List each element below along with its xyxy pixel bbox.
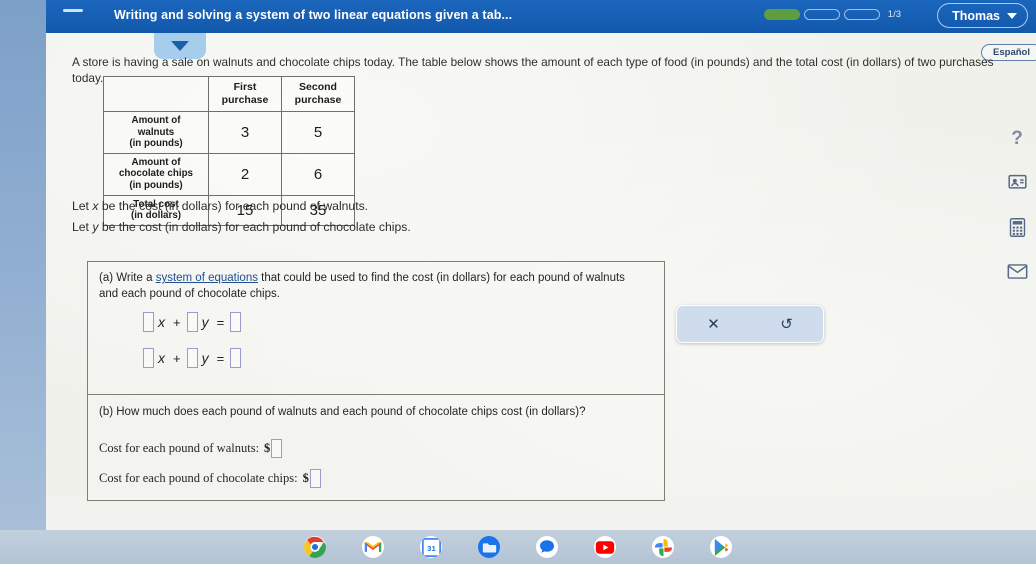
equation-2-variable-x: x bbox=[158, 350, 165, 366]
variable-x: x bbox=[92, 199, 99, 213]
part-a-text-before: Write a bbox=[116, 272, 156, 284]
worksheet-page: Español A store is having a sale on waln… bbox=[46, 33, 1036, 501]
cost-chips-input[interactable] bbox=[309, 469, 321, 488]
col-header-line-1: First bbox=[233, 81, 257, 93]
table-row: Amount of walnuts (in pounds) 3 5 bbox=[103, 111, 355, 154]
os-taskbar: 31 bbox=[0, 530, 1036, 564]
equation-row-2: x + y = bbox=[143, 348, 242, 368]
equation-2-constant-input[interactable] bbox=[230, 348, 242, 368]
part-a-section: (a) Write a system of equations that cou… bbox=[88, 262, 664, 395]
tutorial-presenter-icon[interactable] bbox=[1006, 172, 1028, 194]
account-name-label: Thomas bbox=[952, 8, 1000, 23]
photos-icon[interactable] bbox=[652, 536, 674, 558]
table-col-header-first: First purchase bbox=[208, 75, 282, 113]
col-header-line-1: Second bbox=[299, 81, 337, 93]
gmail-icon[interactable] bbox=[362, 536, 384, 558]
cell-walnuts-second: 5 bbox=[281, 111, 355, 154]
cell-chips-first: 2 bbox=[208, 152, 282, 196]
progress-pill-2 bbox=[803, 9, 840, 20]
answer-mini-toolbar: ✕ ↺ bbox=[676, 305, 824, 343]
let-prefix: Let bbox=[72, 219, 89, 234]
dollar-sign: $ bbox=[264, 441, 271, 455]
page-title: Writing and solving a system of two line… bbox=[114, 8, 513, 22]
table-col-header-second: Second purchase bbox=[281, 75, 355, 113]
table-row: Amount of chocolate chips (in pounds) 2 … bbox=[103, 152, 355, 196]
table-header-row: First purchase Second purchase bbox=[103, 75, 355, 113]
equation-row-1: x + y = bbox=[143, 312, 242, 332]
system-of-equations-link[interactable]: system of equations bbox=[156, 272, 258, 284]
row-header-walnuts: Amount of walnuts (in pounds) bbox=[103, 111, 209, 154]
cell-walnuts-first: 3 bbox=[208, 111, 282, 154]
dollar-sign: $ bbox=[302, 471, 309, 485]
desktop-background: Writing and solving a system of two line… bbox=[0, 0, 1036, 564]
cost-walnuts-input[interactable] bbox=[271, 439, 283, 458]
equation-1-equals-sign: = bbox=[216, 314, 225, 330]
col-header-line-2: purchase bbox=[221, 94, 269, 107]
variable-y: y bbox=[92, 219, 99, 234]
answer-panel: (a) Write a system of equations that cou… bbox=[87, 261, 665, 501]
progress-indicator: 1/3 bbox=[763, 9, 901, 20]
equation-1-coefficient-y-input[interactable] bbox=[186, 312, 198, 332]
cost-walnuts-label: Cost for each pound of walnuts: bbox=[99, 441, 260, 455]
cost-chips-line: Cost for each pound of chocolate chips: … bbox=[99, 469, 321, 488]
equation-1-constant-input[interactable] bbox=[230, 312, 242, 332]
help-question-icon[interactable]: ? bbox=[1006, 128, 1028, 150]
equation-1-variable-y: y bbox=[201, 314, 209, 330]
message-envelope-icon[interactable] bbox=[1006, 260, 1028, 282]
equation-2-equals-sign: = bbox=[216, 350, 225, 366]
calendar-icon[interactable]: 31 bbox=[420, 536, 442, 558]
equation-2-coefficient-y-input[interactable] bbox=[186, 348, 198, 368]
files-icon[interactable] bbox=[478, 536, 500, 558]
let-prefix: Let bbox=[72, 199, 89, 213]
progress-count-label: 1/3 bbox=[887, 9, 901, 20]
equation-1-coefficient-x-input[interactable] bbox=[143, 312, 154, 332]
equation-1-plus-sign: + bbox=[173, 314, 181, 330]
calculator-icon[interactable] bbox=[1006, 216, 1028, 238]
cost-chips-label: Cost for each pound of chocolate chips: bbox=[99, 471, 298, 485]
svg-text:31: 31 bbox=[427, 543, 436, 552]
part-a-question-text: (a) Write a system of equations that cou… bbox=[99, 271, 644, 302]
equation-2-plus-sign: + bbox=[173, 350, 181, 366]
browser-window: Writing and solving a system of two line… bbox=[46, 0, 1036, 530]
undo-arrow-icon[interactable]: ↺ bbox=[750, 317, 823, 332]
left-blue-strip bbox=[0, 0, 46, 530]
part-a-label: (a) bbox=[99, 272, 114, 284]
part-b-question-text: (b) How much does each pound of walnuts … bbox=[99, 406, 586, 418]
progress-pill-1 bbox=[763, 9, 800, 20]
app-header-bar: Writing and solving a system of two line… bbox=[46, 0, 1036, 33]
play-store-icon[interactable] bbox=[710, 536, 732, 558]
let-y-statement: Let y be the cost (in dollars) for each … bbox=[72, 217, 411, 238]
chevron-down-icon bbox=[1007, 12, 1017, 19]
chrome-icon[interactable] bbox=[304, 536, 326, 558]
messages-icon[interactable] bbox=[536, 536, 558, 558]
let-suffix: be the cost (in dollars) for each pound … bbox=[101, 199, 369, 213]
youtube-icon[interactable] bbox=[594, 536, 616, 558]
equation-2-coefficient-x-input[interactable] bbox=[143, 348, 154, 368]
cell-chips-second: 6 bbox=[281, 152, 355, 196]
let-suffix: be the cost (in dollars) for each pound … bbox=[101, 219, 411, 234]
account-menu-button[interactable]: Thomas bbox=[937, 3, 1028, 28]
close-x-icon[interactable]: ✕ bbox=[677, 317, 750, 332]
hamburger-dash-icon[interactable] bbox=[63, 9, 83, 12]
table-corner-cell bbox=[103, 75, 209, 113]
let-x-statement: Let x be the cost (in dollars) for each … bbox=[72, 196, 411, 217]
col-header-line-2: purchase bbox=[294, 94, 342, 107]
variable-definitions: Let x be the cost (in dollars) for each … bbox=[72, 196, 411, 238]
tool-rail: ? bbox=[1002, 128, 1032, 282]
cost-walnuts-line: Cost for each pound of walnuts: $ bbox=[99, 439, 283, 458]
equation-1-variable-x: x bbox=[158, 314, 165, 330]
progress-pill-3 bbox=[843, 9, 880, 20]
chevron-down-icon bbox=[171, 41, 189, 51]
equation-2-variable-y: y bbox=[201, 350, 209, 366]
row-header-chocolate-chips: Amount of chocolate chips (in pounds) bbox=[103, 152, 209, 196]
